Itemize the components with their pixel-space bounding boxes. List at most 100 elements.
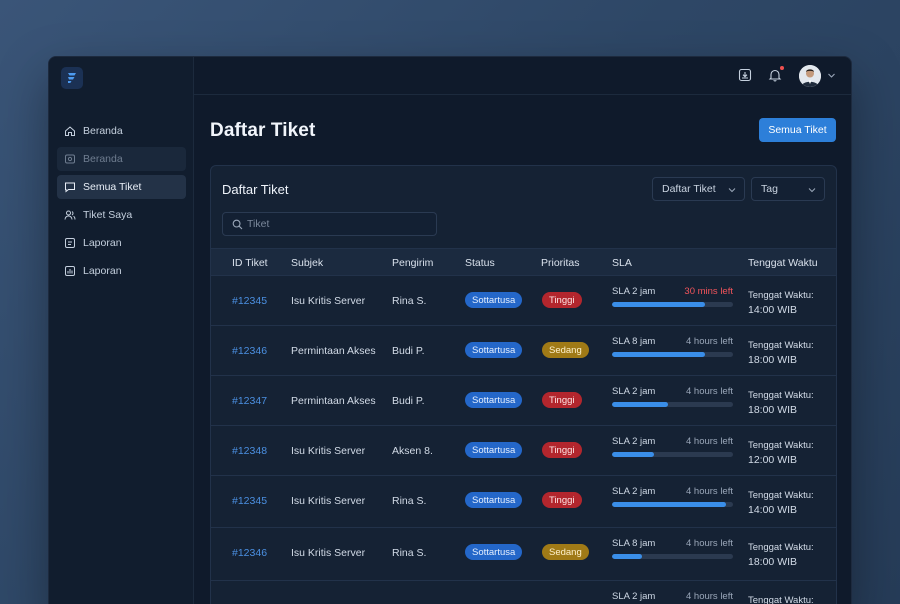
ticket-table-body: #12345 Isu Kritis Server Rina S. Sottartusa…: [211, 276, 836, 604]
sidebar-item-beranda-secondary[interactable]: Beranda: [57, 147, 186, 171]
sla-progress-fill: [612, 502, 726, 507]
ticket-subject: Isu Kritis Server: [291, 295, 366, 307]
ticket-id-link[interactable]: #12345: [232, 295, 267, 307]
sla-indicator: SLA 2 jam 4 hours left: [612, 486, 733, 507]
sla-progress-fill: [612, 452, 655, 457]
ticket-id-link[interactable]: #12345: [232, 495, 267, 507]
priority-badge: Tinggi: [542, 292, 582, 308]
search-input[interactable]: Tiket: [222, 212, 437, 236]
sidebar-item-label: Tiket Saya: [83, 209, 133, 221]
column-header-subject[interactable]: Subjek: [291, 257, 323, 269]
sla-time-left: 4 hours left: [686, 386, 733, 397]
ticket-id-link[interactable]: #12346: [232, 547, 267, 559]
column-header-due[interactable]: Tenggat Waktu: [748, 257, 818, 269]
ticket-id-link[interactable]: #12348: [232, 445, 267, 457]
sla-label: SLA 8 jam: [612, 538, 656, 549]
table-row[interactable]: SLA 2 jam 4 hours left Tenggat Waktu:: [211, 581, 836, 604]
app-logo[interactable]: [61, 67, 83, 89]
sla-indicator: SLA 2 jam 4 hours left: [612, 591, 733, 604]
table-row[interactable]: #12345 Isu Kritis Server Rina S. Sottartusa…: [211, 476, 836, 528]
priority-badge: Tinggi: [542, 442, 582, 458]
ticket-subject: Permintaan Akses: [291, 395, 376, 407]
sidebar: Beranda Beranda Semua Tiket Tiket Saya L…: [49, 57, 194, 604]
due-label: Tenggat Waktu:: [748, 290, 814, 301]
due-label: Tenggat Waktu:: [748, 340, 814, 351]
notification-dot: [780, 66, 784, 70]
status-badge: Sottartusa: [465, 342, 523, 358]
chevron-down-icon[interactable]: [827, 71, 836, 80]
priority-badge: Tinggi: [542, 392, 582, 408]
column-header-status[interactable]: Status: [465, 257, 495, 269]
all-tickets-button[interactable]: Semua Tiket: [759, 118, 836, 142]
sla-time-left: 30 mins left: [684, 286, 733, 297]
due-label: Tenggat Waktu:: [748, 595, 814, 604]
table-row[interactable]: #12346 Permintaan Akses Budi P. Sottartusa S…: [211, 326, 836, 376]
sla-time-left: 4 hours left: [686, 538, 733, 549]
ticket-subject: Isu Kritis Server: [291, 547, 366, 559]
sla-indicator: SLA 2 jam 4 hours left: [612, 386, 733, 407]
table-row[interactable]: #12345 Isu Kritis Server Rina S. Sottartusa…: [211, 276, 836, 326]
due-time: Tenggat Waktu: 14:00 WIB: [748, 489, 814, 517]
top-bar: [194, 57, 851, 95]
sidebar-item-laporan[interactable]: Laporan: [57, 231, 186, 255]
inbox-download-icon[interactable]: [738, 68, 752, 82]
priority-badge: Tinggi: [542, 492, 582, 508]
ticket-sender: Budi P.: [392, 395, 425, 407]
status-badge: Sottartusa: [465, 492, 523, 508]
sla-label: SLA 8 jam: [612, 336, 656, 347]
tag-select[interactable]: Tag: [751, 177, 825, 201]
chevron-down-icon: [808, 188, 816, 193]
sidebar-item-semua-tiket[interactable]: Semua Tiket: [57, 175, 186, 199]
sla-progress-bar: [612, 502, 733, 507]
sla-label: SLA 2 jam: [612, 486, 656, 497]
sla-time-left: 4 hours left: [686, 336, 733, 347]
sla-progress-fill: [612, 402, 668, 407]
due-time: Tenggat Waktu: 14:00 WIB: [748, 289, 814, 317]
chevron-down-icon: [728, 188, 736, 193]
ticket-list-card: Daftar Tiket Daftar Tiket Tag Tiket ID T…: [210, 165, 837, 604]
due-time-value: 18:00 WIB: [748, 556, 798, 568]
due-time: Tenggat Waktu:: [748, 594, 814, 604]
status-badge: Sottartusa: [465, 544, 523, 560]
sidebar-item-label: Laporan: [83, 237, 122, 249]
sla-progress-fill: [612, 554, 643, 559]
sla-progress-bar: [612, 402, 733, 407]
bell-icon[interactable]: [768, 68, 782, 82]
column-header-priority[interactable]: Prioritas: [541, 257, 580, 269]
sidebar-nav: Beranda Beranda Semua Tiket Tiket Saya L…: [57, 119, 186, 287]
sidebar-item-tiket-saya[interactable]: Tiket Saya: [57, 203, 186, 227]
due-time: Tenggat Waktu: 12:00 WIB: [748, 439, 814, 467]
sla-progress-fill: [612, 352, 706, 357]
sidebar-item-beranda[interactable]: Beranda: [57, 119, 186, 143]
due-time-value: 18:00 WIB: [748, 404, 798, 416]
ticket-id-link[interactable]: #12347: [232, 395, 267, 407]
due-time-value: 12:00 WIB: [748, 454, 798, 466]
due-label: Tenggat Waktu:: [748, 542, 814, 553]
sla-progress-bar: [612, 352, 733, 357]
ticket-sender: Rina S.: [392, 495, 427, 507]
column-header-id[interactable]: ID Tiket: [232, 257, 268, 269]
sla-progress-bar: [612, 452, 733, 457]
due-time: Tenggat Waktu: 18:00 WIB: [748, 541, 814, 569]
due-time: Tenggat Waktu: 18:00 WIB: [748, 389, 814, 417]
ticket-filter-select[interactable]: Daftar Tiket: [652, 177, 745, 201]
sidebar-item-laporan-chart[interactable]: Laporan: [57, 259, 186, 283]
column-header-sla[interactable]: SLA: [612, 257, 632, 269]
sidebar-item-label: Beranda: [83, 125, 123, 137]
status-badge: Sottartusa: [465, 292, 523, 308]
table-row[interactable]: #12346 Isu Kritis Server Rina S. Sottartusa…: [211, 528, 836, 581]
table-row[interactable]: #12347 Permintaan Akses Budi P. Sottartusa T…: [211, 376, 836, 426]
avatar[interactable]: [799, 65, 821, 87]
due-label: Tenggat Waktu:: [748, 490, 814, 501]
chat-icon: [65, 182, 75, 193]
sla-label: SLA 2 jam: [612, 286, 656, 297]
sla-time-left: 4 hours left: [686, 591, 733, 602]
column-header-sender[interactable]: Pengirim: [392, 257, 433, 269]
sla-label: SLA 2 jam: [612, 386, 656, 397]
ticket-subject: Isu Kritis Server: [291, 445, 366, 457]
table-row[interactable]: #12348 Isu Kritis Server Aksen 8. Sottartus…: [211, 426, 836, 476]
ticket-id-link[interactable]: #12346: [232, 345, 267, 357]
chart-icon: [65, 266, 75, 276]
search-placeholder: Tiket: [247, 218, 270, 230]
ticket-sender: Aksen 8.: [392, 445, 433, 457]
